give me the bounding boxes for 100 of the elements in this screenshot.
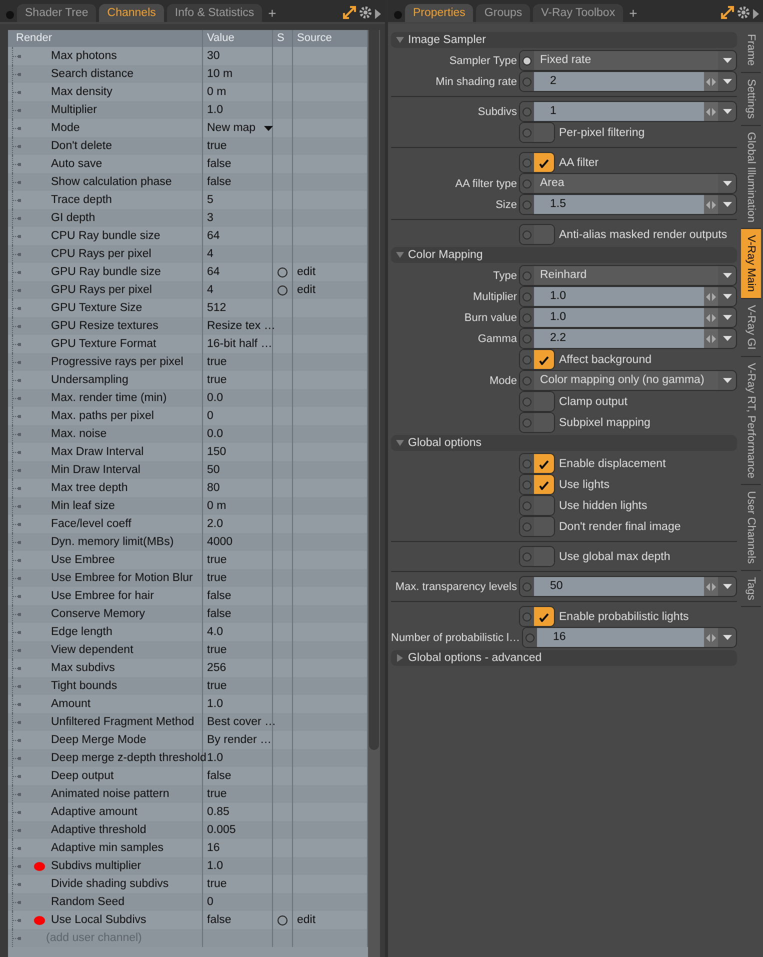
section-header[interactable]: Global options - advanced xyxy=(391,650,737,666)
side-tab[interactable]: Tags xyxy=(741,570,761,607)
channel-value[interactable]: 16 xyxy=(207,842,220,854)
panel-tab[interactable]: Shader Tree xyxy=(17,4,96,22)
slider-arrows-icon[interactable] xyxy=(706,108,716,116)
side-tab[interactable]: Settings xyxy=(741,72,761,126)
channel-value[interactable]: false xyxy=(207,608,232,620)
channel-value[interactable]: true xyxy=(207,554,227,566)
channel-value[interactable]: 512 xyxy=(207,302,226,314)
slider-arrows-icon[interactable] xyxy=(706,292,716,300)
channel-value[interactable]: Best cover … xyxy=(207,716,276,728)
channel-value[interactable]: 1.0 xyxy=(207,104,223,116)
panel-menu-icon[interactable] xyxy=(394,11,402,19)
side-tab[interactable]: Frame xyxy=(741,28,761,73)
side-tab[interactable]: User Channels xyxy=(741,484,761,571)
channel-value[interactable]: 0 xyxy=(207,410,214,422)
keyframe-icon[interactable] xyxy=(277,914,288,926)
panel-tab[interactable]: Info & Statistics xyxy=(166,4,262,22)
panel-tab[interactable]: Properties xyxy=(405,4,474,22)
channel-value[interactable]: false xyxy=(207,770,232,782)
channel-value[interactable]: 256 xyxy=(207,662,226,674)
channel-value[interactable]: true xyxy=(207,788,227,800)
source-link[interactable]: edit xyxy=(297,266,316,278)
side-tab[interactable]: Global Illumination xyxy=(741,126,761,230)
channel-value[interactable]: 0.0 xyxy=(207,428,223,440)
section-header[interactable]: Image Sampler xyxy=(391,32,737,48)
panel-tab[interactable]: Channels xyxy=(99,4,164,22)
channel-value[interactable]: true xyxy=(207,680,227,692)
channel-value[interactable]: true xyxy=(207,878,227,890)
channel-value[interactable]: Resize tex … xyxy=(207,320,276,332)
keyframe-icon[interactable] xyxy=(277,284,288,296)
channel-value[interactable]: 3 xyxy=(207,212,214,224)
channel-value[interactable]: 150 xyxy=(207,446,226,458)
add-tab-button[interactable]: + xyxy=(626,4,640,22)
checkbox[interactable] xyxy=(519,412,555,433)
channel-value[interactable]: 0.85 xyxy=(207,806,230,818)
channel-value[interactable]: false xyxy=(207,590,232,602)
slider-arrows-icon[interactable] xyxy=(706,334,716,342)
checkbox[interactable] xyxy=(519,474,555,495)
channel-value[interactable]: New map xyxy=(207,122,256,134)
side-tab[interactable]: V-Ray GI xyxy=(741,298,761,357)
channel-value[interactable]: 64 xyxy=(207,266,220,278)
expand-arrow-icon[interactable] xyxy=(375,9,381,19)
checkbox[interactable] xyxy=(519,495,555,516)
checkbox[interactable] xyxy=(519,391,555,412)
dropdown[interactable]: Area xyxy=(519,173,737,194)
number-field[interactable]: 50 xyxy=(519,576,737,597)
dropdown[interactable]: Fixed rate xyxy=(519,50,737,71)
scrollbar[interactable] xyxy=(368,30,380,957)
add-tab-button[interactable]: + xyxy=(265,4,280,22)
section-header[interactable]: Color Mapping xyxy=(391,247,737,263)
channel-value[interactable]: true xyxy=(207,644,227,656)
checkbox[interactable] xyxy=(519,224,555,245)
panel-tab[interactable]: Groups xyxy=(476,4,530,22)
checkbox[interactable] xyxy=(519,152,555,173)
checkbox[interactable] xyxy=(519,546,555,567)
channel-value[interactable]: 1.0 xyxy=(207,752,223,764)
maximize-icon[interactable] xyxy=(721,6,734,19)
checkbox[interactable] xyxy=(519,453,555,474)
channel-value[interactable]: true xyxy=(207,140,227,152)
number-field[interactable]: 16 xyxy=(522,627,737,648)
channel-value[interactable]: 0.005 xyxy=(207,824,236,836)
channel-value[interactable]: 4 xyxy=(207,284,214,296)
channel-value[interactable]: 10 m xyxy=(207,68,233,80)
channel-value[interactable]: 1.0 xyxy=(207,698,223,710)
channel-value[interactable]: 50 xyxy=(207,464,220,476)
keyframe-icon[interactable] xyxy=(277,266,288,278)
keyframe-icon[interactable] xyxy=(522,56,532,66)
channel-value[interactable]: By render … xyxy=(207,734,272,746)
number-field[interactable]: 1.0 xyxy=(519,286,737,307)
channel-value[interactable]: 4.0 xyxy=(207,626,223,638)
number-field[interactable]: 1 xyxy=(519,101,737,122)
number-field[interactable]: 2 xyxy=(519,71,737,92)
checkbox[interactable] xyxy=(519,516,555,537)
expand-arrow-icon[interactable] xyxy=(753,9,759,19)
channel-value[interactable]: 16-bit half … xyxy=(207,338,272,350)
dropdown[interactable]: Color mapping only (no gamma) xyxy=(519,370,737,391)
settings-icon[interactable] xyxy=(737,6,750,19)
checkbox[interactable] xyxy=(519,122,555,143)
channel-value[interactable]: 5 xyxy=(207,194,214,206)
slider-arrows-icon[interactable] xyxy=(706,634,716,642)
channel-value[interactable]: 4 xyxy=(207,248,214,260)
channel-value[interactable]: true xyxy=(207,572,227,584)
channel-value[interactable]: false xyxy=(207,158,232,170)
channel-value[interactable]: true xyxy=(207,356,227,368)
channel-value[interactable]: true xyxy=(207,374,227,386)
channel-value[interactable]: 30 xyxy=(207,50,220,62)
number-field[interactable]: 1.0 xyxy=(519,307,737,328)
channel-value[interactable]: 0.0 xyxy=(207,392,223,404)
channel-value[interactable]: 0 m xyxy=(207,86,226,98)
source-link[interactable]: edit xyxy=(297,914,316,926)
channel-value[interactable]: 1.0 xyxy=(207,860,223,872)
channel-value[interactable]: 80 xyxy=(207,482,220,494)
channel-value[interactable]: 2.0 xyxy=(207,518,223,530)
panel-menu-icon[interactable] xyxy=(6,11,14,19)
settings-icon[interactable] xyxy=(359,6,372,19)
slider-arrows-icon[interactable] xyxy=(706,200,716,208)
slider-arrows-icon[interactable] xyxy=(706,314,716,322)
channel-value[interactable]: 4000 xyxy=(207,536,233,548)
number-field[interactable]: 2.2 xyxy=(519,328,737,349)
